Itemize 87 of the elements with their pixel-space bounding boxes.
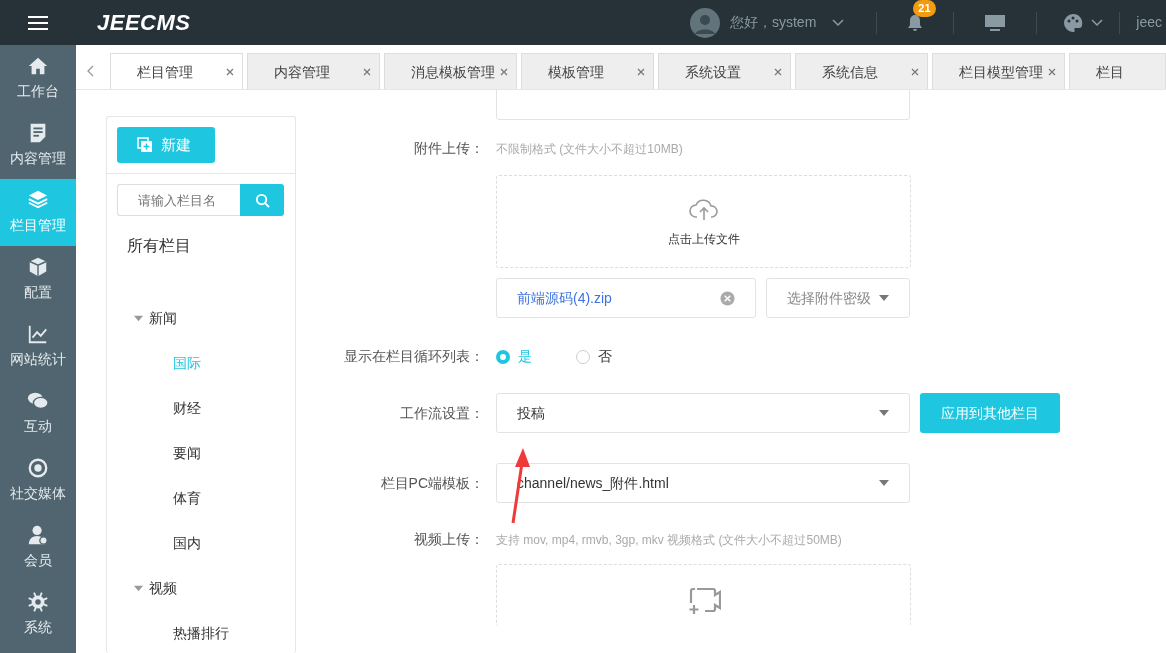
sidebar-item[interactable]: 配置 xyxy=(0,246,76,313)
close-icon[interactable] xyxy=(774,68,782,76)
tree-item[interactable]: 新闻 xyxy=(107,296,295,341)
sidebar-item[interactable]: 系统 xyxy=(0,581,76,648)
settings-icon xyxy=(27,591,49,613)
caret-icon xyxy=(879,295,889,301)
caret-icon[interactable] xyxy=(1091,18,1104,27)
close-icon[interactable] xyxy=(500,68,508,76)
logo: JEECMS xyxy=(97,9,191,37)
caret-icon xyxy=(879,480,889,486)
tab-label: 系统信息 xyxy=(822,62,878,82)
line-chart-icon xyxy=(27,323,49,345)
user-text[interactable]: jeec xyxy=(1136,12,1162,33)
field-label: 栏目PC端模板： xyxy=(380,474,484,491)
close-icon[interactable] xyxy=(911,68,919,76)
search-button[interactable] xyxy=(240,184,284,216)
hint-text: 不限制格式 (文件大小不超过10MB) xyxy=(496,140,683,158)
tab-label: 系统设置 xyxy=(685,62,741,82)
radio-option[interactable]: 否 xyxy=(576,346,612,367)
close-icon[interactable] xyxy=(1048,68,1056,76)
chevron-left-icon[interactable] xyxy=(87,65,95,77)
tree-item[interactable]: 要闻 xyxy=(107,431,295,476)
bell-icon[interactable] xyxy=(907,14,924,33)
field-label: 显示在栏目循环列表： xyxy=(344,348,484,364)
sidebar-item[interactable]: 会员 xyxy=(0,514,76,581)
search-field[interactable]: 请输入栏目名 xyxy=(117,184,240,216)
sidebar-item[interactable]: 工作台 xyxy=(0,45,76,112)
file-field[interactable]: 前端源码(4).zip xyxy=(496,278,756,318)
radio-label: 是 xyxy=(518,347,532,366)
close-icon[interactable] xyxy=(637,68,645,76)
caret-icon xyxy=(879,410,889,416)
palette-icon[interactable] xyxy=(1063,12,1084,33)
hint-text: 支持 mov, mp4, rmvb, 3gp, mkv 视频格式 (文件大小不超过50MB) xyxy=(496,531,842,549)
clear-icon[interactable] xyxy=(720,290,735,306)
tree-item[interactable]: 热播排行 xyxy=(107,611,295,653)
close-icon[interactable] xyxy=(363,68,371,76)
file-name: 前端源码(4).zip xyxy=(517,288,612,308)
tab[interactable]: 系统设置 xyxy=(658,53,791,89)
target-icon xyxy=(27,457,49,479)
tab-label: 栏目管理 xyxy=(137,62,193,82)
tab[interactable]: 系统信息 xyxy=(795,53,928,89)
radio-label: 否 xyxy=(598,347,612,366)
menu-icon[interactable] xyxy=(28,14,48,31)
upload-area[interactable]: 点击上传文件 xyxy=(496,175,911,268)
input-field[interactable] xyxy=(496,90,910,120)
tree-item[interactable]: 财经 xyxy=(107,386,295,431)
avatar-icon[interactable] xyxy=(689,7,720,38)
tree-item[interactable]: 体育 xyxy=(107,476,295,521)
monitor-icon[interactable] xyxy=(984,13,1007,32)
tab-label: 消息模板管理 xyxy=(411,62,495,82)
sidebar-item[interactable]: 社交媒体 xyxy=(0,447,76,514)
secrecy-select[interactable]: 选择附件密级 xyxy=(766,278,910,318)
sidebar-item[interactable]: 内容管理 xyxy=(0,112,76,179)
tab[interactable]: 栏目模型管理 xyxy=(932,53,1065,89)
caret-icon[interactable] xyxy=(832,18,845,27)
tree-root[interactable]: 所有栏目 xyxy=(107,216,295,296)
cube-icon xyxy=(27,256,49,278)
tab-label: 栏目 xyxy=(1096,62,1124,82)
tab[interactable]: 栏目 xyxy=(1069,53,1166,89)
caret-down-icon[interactable] xyxy=(134,584,143,593)
workflow-select[interactable]: 投稿 xyxy=(496,393,910,433)
radio-icon[interactable] xyxy=(496,349,510,364)
tab[interactable]: 模板管理 xyxy=(521,53,654,89)
select-value: 投稿 xyxy=(517,403,545,423)
tab[interactable]: 消息模板管理 xyxy=(384,53,517,89)
add-icon xyxy=(137,137,153,153)
notification-badge: 21 xyxy=(913,0,936,17)
caret-down-icon[interactable] xyxy=(134,314,143,323)
tree-item[interactable]: 国内 xyxy=(107,521,295,566)
search-icon xyxy=(254,192,270,208)
home-icon xyxy=(27,55,49,77)
field-label: 附件上传： xyxy=(414,140,484,156)
tab-label: 内容管理 xyxy=(274,62,330,82)
greeting-text: 您好，system xyxy=(729,13,817,32)
upload-text: 点击上传文件 xyxy=(667,230,740,248)
tab-label: 模板管理 xyxy=(548,62,604,82)
field-label: 工作流设置： xyxy=(400,404,484,421)
user-icon xyxy=(27,524,49,546)
tree-item[interactable]: 视频 xyxy=(107,566,295,611)
sidebar-item[interactable]: 网站统计 xyxy=(0,313,76,380)
tab[interactable]: 栏目管理 xyxy=(110,53,243,89)
tab[interactable]: 内容管理 xyxy=(247,53,380,89)
close-icon[interactable] xyxy=(226,68,234,76)
field-label: 视频上传： xyxy=(414,531,484,547)
sidebar-item[interactable]: 互动 xyxy=(0,380,76,447)
layers-icon xyxy=(27,189,49,211)
tab-label: 栏目模型管理 xyxy=(959,62,1043,82)
